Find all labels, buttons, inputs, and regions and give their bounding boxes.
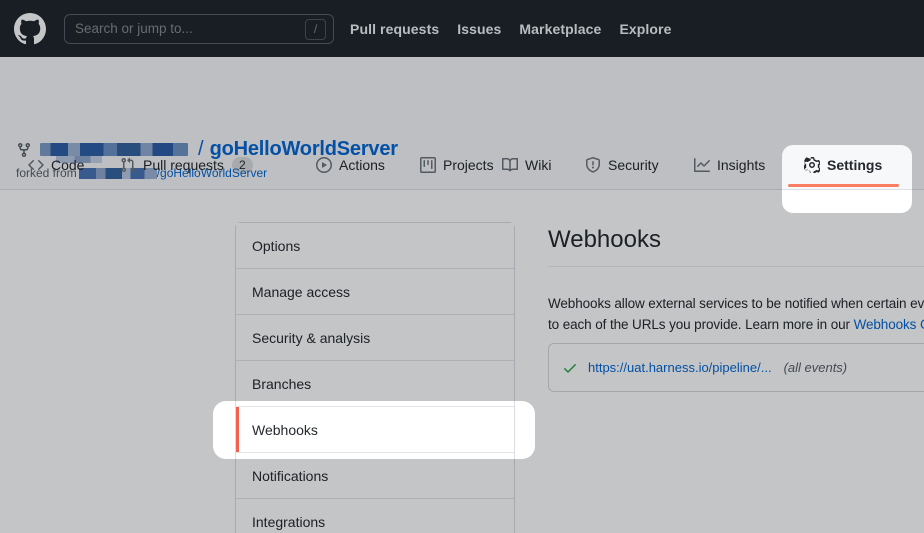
sidebar-item-label: Security & analysis (252, 330, 370, 346)
tab-label: Actions (339, 157, 385, 173)
sidebar-item-label: Webhooks (252, 422, 318, 438)
sidebar-item-label: Options (252, 238, 300, 254)
sidebar-item-options[interactable]: Options (236, 223, 514, 269)
play-icon (316, 157, 332, 173)
description-line-2: to each of the URLs you provide. Learn m… (548, 314, 924, 335)
book-icon (502, 157, 518, 173)
tab-pull-requests[interactable]: Pull requests 2 (120, 141, 253, 189)
tab-label: Security (608, 157, 659, 173)
sidebar-item-label: Manage access (252, 284, 350, 300)
tab-label: Wiki (525, 157, 551, 173)
check-icon (562, 360, 578, 376)
gear-icon (804, 157, 820, 173)
header-nav: Pull requests Issues Marketplace Explore (350, 21, 672, 37)
header-nav-marketplace[interactable]: Marketplace (519, 21, 601, 37)
tab-code[interactable]: Code (28, 141, 84, 189)
tab-actions[interactable]: Actions (316, 141, 385, 189)
webhook-url-link[interactable]: https://uat.harness.io/pipeline/... (588, 360, 772, 375)
sidebar-item-manage-access[interactable]: Manage access (236, 269, 514, 315)
tab-label: Projects (443, 157, 494, 173)
repo-tab-nav: Code Pull requests 2 Actions Projects Wi… (0, 141, 924, 189)
sidebar-item-label: Notifications (252, 468, 328, 484)
page-title: Webhooks (548, 222, 924, 254)
graph-icon (694, 157, 710, 173)
tab-label: Code (51, 157, 84, 173)
slash-shortcut-badge: / (305, 19, 326, 40)
title-divider (548, 266, 924, 267)
tab-settings[interactable]: Settings (804, 141, 882, 189)
code-icon (28, 157, 44, 173)
sidebar-item-label: Integrations (252, 514, 325, 530)
header-nav-pull-requests[interactable]: Pull requests (350, 21, 439, 37)
header-nav-explore[interactable]: Explore (619, 21, 671, 37)
webhooks-guide-link[interactable]: Webhooks Guide. (854, 317, 924, 332)
tab-label: Insights (717, 157, 765, 173)
shield-icon (585, 157, 601, 173)
sidebar-item-notifications[interactable]: Notifications (236, 453, 514, 499)
settings-sidebar: Options Manage access Security & analysi… (235, 222, 515, 533)
header-nav-issues[interactable]: Issues (457, 21, 501, 37)
sidebar-item-security-analysis[interactable]: Security & analysis (236, 315, 514, 361)
tab-insights[interactable]: Insights (694, 141, 765, 189)
search-box[interactable]: / (64, 14, 334, 44)
project-icon (420, 157, 436, 173)
github-settings-page: / Pull requests Issues Marketplace Explo… (0, 0, 924, 533)
search-input[interactable] (65, 21, 295, 36)
sidebar-item-label: Branches (252, 376, 311, 392)
description-line-1: Webhooks allow external services to be n… (548, 293, 924, 314)
sidebar-item-integrations[interactable]: Integrations (236, 499, 514, 533)
sidebar-item-webhooks[interactable]: Webhooks (236, 407, 514, 453)
pull-requests-count-badge: 2 (232, 157, 253, 173)
tab-label: Settings (827, 157, 882, 173)
webhook-events-label: (all events) (784, 360, 848, 375)
selected-item-accent (236, 407, 239, 452)
webhooks-description: Webhooks allow external services to be n… (548, 293, 924, 335)
tab-security[interactable]: Security (585, 141, 659, 189)
git-pull-request-icon (120, 157, 136, 173)
webhook-list-item: https://uat.harness.io/pipeline/... (all… (548, 343, 924, 392)
github-logo-icon[interactable] (14, 13, 46, 45)
description-line-2-text: to each of the URLs you provide. Learn m… (548, 317, 854, 332)
top-header: / Pull requests Issues Marketplace Explo… (0, 0, 924, 57)
webhooks-panel: Webhooks Webhooks allow external service… (548, 222, 924, 392)
repo-header: / goHelloWorldServer forked from /goHell… (0, 57, 924, 190)
sidebar-item-branches[interactable]: Branches (236, 361, 514, 407)
tab-projects[interactable]: Projects (420, 141, 494, 189)
tab-wiki[interactable]: Wiki (502, 141, 551, 189)
tab-label: Pull requests (143, 157, 224, 173)
